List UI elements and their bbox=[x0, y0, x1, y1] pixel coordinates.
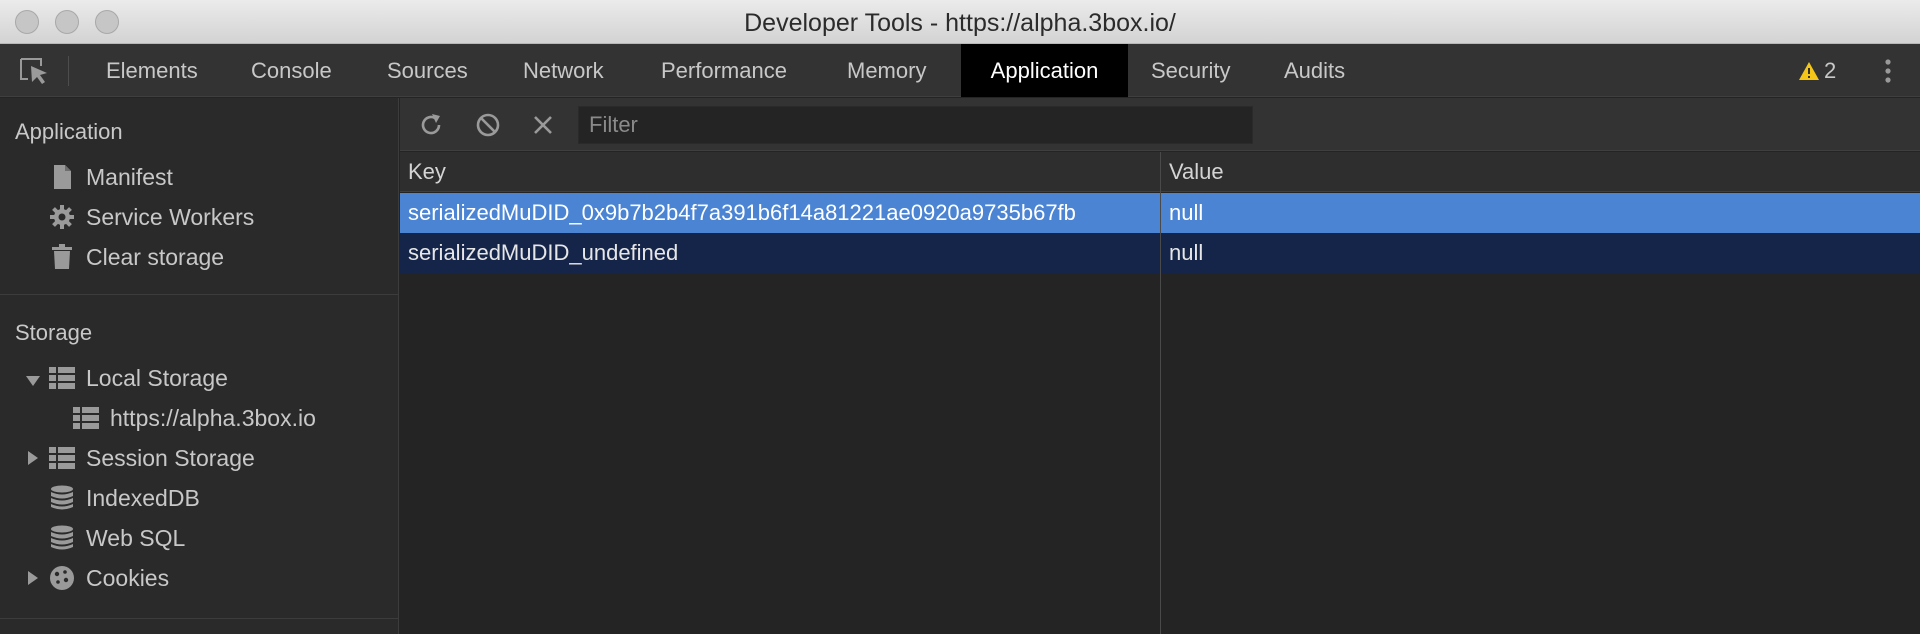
clear-all-button[interactable] bbox=[473, 110, 503, 140]
application-sidebar: Application Manifest Service Workers Cle… bbox=[0, 98, 399, 634]
window-title: Developer Tools - https://alpha.3box.io/ bbox=[744, 9, 1176, 37]
refresh-button[interactable] bbox=[416, 110, 446, 140]
sidebar-item-label: Web SQL bbox=[86, 524, 186, 551]
warning-icon bbox=[1799, 62, 1819, 80]
tab-console[interactable]: Console bbox=[229, 44, 354, 97]
sidebar-item-clear-storage[interactable]: Clear storage bbox=[48, 239, 224, 275]
cookie-icon bbox=[48, 564, 76, 592]
column-header-key[interactable]: Key bbox=[400, 152, 1160, 192]
filter-input[interactable] bbox=[578, 106, 1253, 144]
column-header-value[interactable]: Value bbox=[1161, 152, 1920, 192]
sidebar-item-label: IndexedDB bbox=[86, 484, 200, 511]
storage-table: Key Value serializedMuDID_0x9b7b2b4f7a39… bbox=[400, 152, 1920, 634]
table-cell-key: serializedMuDID_0x9b7b2b4f7a391b6f14a812… bbox=[408, 200, 1076, 225]
application-section-title: Application bbox=[15, 119, 123, 144]
table-icon bbox=[72, 404, 100, 432]
tab-memory[interactable]: Memory bbox=[825, 44, 948, 97]
table-icon bbox=[48, 364, 76, 392]
sidebar-item-label: Session Storage bbox=[86, 444, 255, 471]
storage-section-title: Storage bbox=[15, 320, 93, 345]
database-icon bbox=[48, 484, 76, 512]
tab-sources[interactable]: Sources bbox=[365, 44, 490, 97]
table-cell-value: null bbox=[1169, 240, 1204, 265]
tab-network[interactable]: Network bbox=[501, 44, 626, 97]
trash-icon bbox=[48, 243, 76, 271]
tab-separator bbox=[68, 56, 69, 86]
storage-toolbar bbox=[400, 98, 1920, 151]
tab-application[interactable]: Application bbox=[961, 44, 1128, 97]
sidebar-item-manifest[interactable]: Manifest bbox=[48, 159, 173, 195]
tab-elements[interactable]: Elements bbox=[84, 44, 220, 97]
sidebar-item-label: Service Workers bbox=[86, 203, 255, 230]
devtools-tabbar: Elements Console Sources Network Perform… bbox=[0, 44, 1920, 97]
sidebar-item-label: Cookies bbox=[86, 564, 170, 591]
expand-arrow-down-icon[interactable] bbox=[26, 376, 40, 386]
sidebar-item-web-sql[interactable]: Web SQL bbox=[48, 520, 185, 556]
table-cell-value: null bbox=[1169, 200, 1204, 225]
sidebar-item-cookies[interactable]: Cookies bbox=[48, 560, 169, 596]
more-options-button[interactable] bbox=[1878, 56, 1898, 86]
sidebar-item-service-workers[interactable]: Service Workers bbox=[48, 199, 254, 235]
tab-performance[interactable]: Performance bbox=[639, 44, 809, 97]
close-icon bbox=[534, 116, 552, 134]
database-icon bbox=[48, 524, 76, 552]
sidebar-item-indexeddb[interactable]: IndexedDB bbox=[48, 480, 200, 516]
column-divider[interactable] bbox=[1160, 152, 1161, 634]
document-icon bbox=[48, 163, 76, 191]
sidebar-item-session-storage[interactable]: Session Storage bbox=[48, 440, 255, 476]
expand-arrow-right-icon[interactable] bbox=[28, 571, 38, 585]
sidebar-item-local-storage-origin[interactable]: https://alpha.3box.io bbox=[72, 400, 316, 436]
tab-security[interactable]: Security bbox=[1129, 44, 1252, 97]
warnings-counter[interactable]: 2 bbox=[1798, 58, 1836, 84]
sidebar-item-label: Manifest bbox=[86, 163, 173, 190]
warnings-count: 2 bbox=[1824, 58, 1837, 83]
window-titlebar: Developer Tools - https://alpha.3box.io/ bbox=[0, 0, 1920, 44]
section-divider bbox=[0, 294, 399, 295]
sidebar-item-label: https://alpha.3box.io bbox=[110, 404, 316, 431]
block-icon bbox=[476, 113, 500, 137]
expand-arrow-right-icon[interactable] bbox=[28, 451, 38, 465]
gear-icon bbox=[48, 203, 76, 231]
local-storage-panel: Key Value serializedMuDID_0x9b7b2b4f7a39… bbox=[400, 98, 1920, 634]
vertical-ellipsis-icon bbox=[1885, 59, 1891, 83]
inspect-element-button[interactable] bbox=[14, 54, 54, 88]
section-divider bbox=[0, 618, 399, 619]
delete-selected-button[interactable] bbox=[528, 110, 558, 140]
table-icon bbox=[48, 444, 76, 472]
tab-audits[interactable]: Audits bbox=[1262, 44, 1367, 97]
refresh-icon bbox=[421, 114, 441, 135]
sidebar-item-local-storage[interactable]: Local Storage bbox=[48, 360, 228, 396]
inspect-cursor-icon bbox=[20, 58, 47, 84]
sidebar-item-label: Clear storage bbox=[86, 243, 225, 270]
sidebar-item-label: Local Storage bbox=[86, 364, 228, 391]
table-cell-key: serializedMuDID_undefined bbox=[408, 240, 679, 265]
